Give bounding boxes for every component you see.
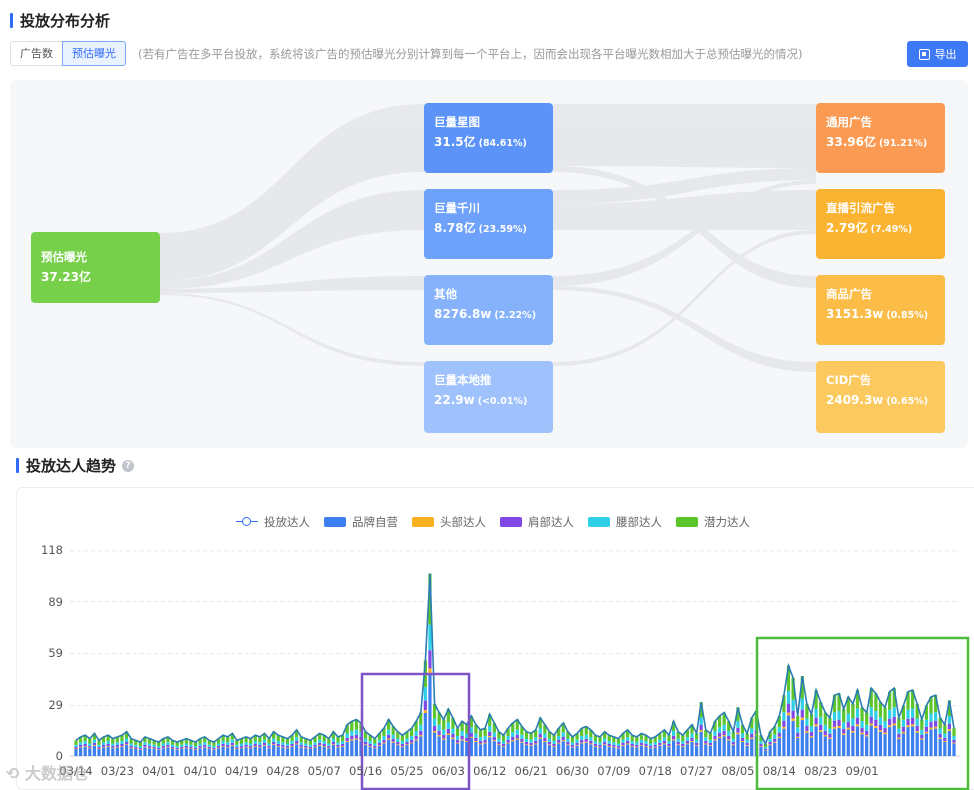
sankey-node-other[interactable]: 其他 8276.8w (2.22%) [424,275,553,345]
node-name: 通用广告 [826,115,872,129]
title-accent-bar [10,13,13,28]
legend-swatch [412,517,434,527]
legend-item-brand[interactable]: 品牌自营 [324,514,398,530]
y-tick-label: 89 [48,595,63,609]
sankey-node-cid-ad[interactable]: CID广告 2409.3w (0.65%) [816,361,945,433]
section-title-text: 投放达人趋势 [26,457,117,475]
sankey-node-local[interactable]: 巨量本地推 22.9w (<0.01%) [424,361,553,433]
section-title-trend: 投放达人趋势 ? [16,455,135,476]
legend-item-shoulder[interactable]: 肩部达人 [500,514,574,530]
legend-swatch [676,517,698,527]
legend-swatch [324,517,346,527]
sankey-panel: 预估曝光 37.23亿 巨量星图 31.5亿 (84.61%) 巨量千川 8.78… [10,80,968,448]
sankey-link-exposure-local [160,293,424,366]
tab-ad-count[interactable]: 广告数 [10,41,63,66]
trend-chart-card [16,487,974,790]
node-name: 商品广告 [826,287,872,301]
node-name: 巨量星图 [434,115,480,129]
x-tick-label: 07/18 [638,764,672,778]
node-value: 31.5亿 (84.61%) [434,135,527,149]
sankey-node-live-ad[interactable]: 直播引流广告 2.79亿 (7.49%) [816,189,945,259]
x-tick-label: 04/19 [224,764,259,778]
node-value: 33.96亿 (91.21%) [826,135,928,149]
x-tick-label: 05/25 [390,764,424,778]
node-value: 22.9w (<0.01%) [434,393,528,407]
export-button[interactable]: 导出 [907,41,968,67]
sankey-node-product-ad[interactable]: 商品广告 3151.3w (0.85%) [816,275,945,345]
node-value: 3151.3w (0.85%) [826,307,929,321]
x-tick-label: 03/23 [100,764,134,778]
x-tick-label: 05/16 [349,764,383,778]
export-label: 导出 [934,48,957,61]
sankey-node-general-ad[interactable]: 通用广告 33.96亿 (91.21%) [816,103,945,173]
node-value: 8.78亿 (23.59%) [434,221,527,235]
legend-item-potential[interactable]: 潜力达人 [676,514,750,530]
sankey-link-xingtu-general [553,104,816,168]
watermark: ⟲ 大数据仓 [6,764,89,783]
node-value: 37.23亿 [41,270,91,284]
x-tick-label: 06/30 [555,764,590,778]
x-tick-label: 05/07 [307,764,341,778]
tab-estimated-exposure[interactable]: 预估曝光 [62,41,126,66]
node-name: 预估曝光 [41,250,87,264]
x-tick-label: 06/21 [514,764,548,778]
x-tick-label: 09/01 [845,764,879,778]
question-circle-icon[interactable]: ? [122,459,135,472]
title-accent-bar [16,458,19,473]
node-name: 巨量本地推 [434,373,492,387]
legend-item-top[interactable]: 头部达人 [412,514,486,530]
sankey-node-source[interactable]: 预估曝光 37.23亿 [31,232,160,303]
y-tick-label: 118 [41,543,63,557]
node-name: CID广告 [826,373,872,387]
chart-legend: 投放达人 品牌自营 头部达人 肩部达人 腰部达人 潜力达人 [236,514,750,530]
legend-swatch [588,517,610,527]
x-tick-label: 07/27 [679,764,714,778]
node-value: 8276.8w (2.22%) [434,307,537,321]
sankey-link-local-live [553,230,816,366]
legend-item-creators[interactable]: 投放达人 [236,514,310,530]
x-tick-label: 06/12 [473,764,507,778]
section-title-distribution: 投放分布分析 [10,10,110,31]
y-tick-label: 29 [48,698,63,712]
y-tick-label: 59 [48,646,63,660]
sankey-node-xingtu[interactable]: 巨量星图 31.5亿 (84.61%) [424,103,553,173]
node-name: 巨量千川 [434,201,480,215]
x-tick-label: 08/05 [721,764,755,778]
x-tick-label: 08/14 [762,764,796,778]
x-tick-label: 04/10 [183,764,217,778]
line-series-icon [236,517,258,527]
node-name: 其他 [434,287,457,301]
node-value: 2.79亿 (7.49%) [826,221,913,235]
legend-item-waist[interactable]: 腰部达人 [588,514,662,530]
excel-export-icon [918,48,930,60]
node-name: 直播引流广告 [826,201,895,215]
sankey-node-qianchuan[interactable]: 巨量千川 8.78亿 (23.59%) [424,189,553,259]
x-tick-label: 04/01 [142,764,176,778]
section-title-text: 投放分布分析 [20,12,111,30]
exposure-note: (若有广告在多平台投放，系统将该广告的预估曝光分别计算到每一个平台上，因而会出现… [138,47,803,61]
legend-swatch [500,517,522,527]
node-value: 2409.3w (0.65%) [826,393,929,407]
x-tick-label: 06/03 [431,764,465,778]
x-tick-label: 08/23 [804,764,838,778]
x-tick-label: 04/28 [266,764,300,778]
metric-tabs: 广告数 预估曝光 [10,41,126,66]
x-tick-label: 07/09 [597,764,631,778]
